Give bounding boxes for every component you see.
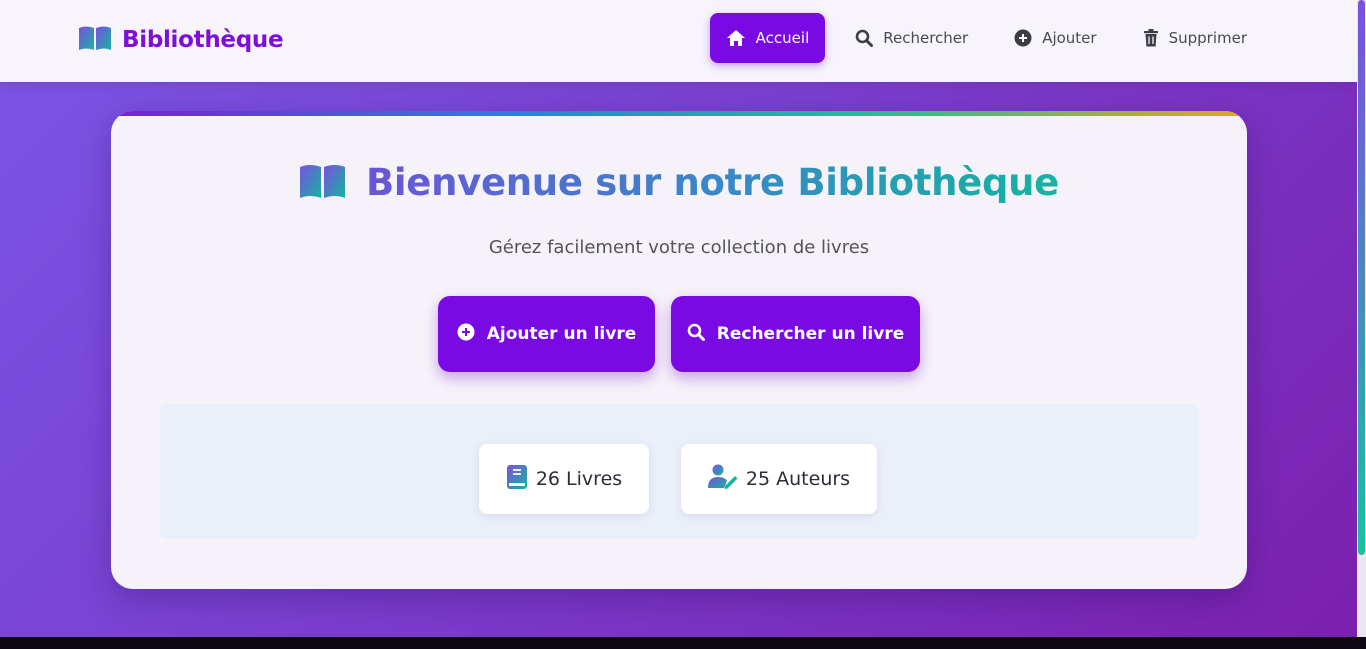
add-book-label: Ajouter un livre: [486, 324, 637, 344]
trash-icon: [1143, 29, 1159, 47]
books-stat: 26 Livres: [479, 444, 649, 514]
nav-item-label: Ajouter: [1042, 29, 1097, 47]
welcome-card: Bienvenue sur notre Bibliothèque Gérez f…: [111, 111, 1247, 589]
nav-menu: Accueil Rechercher Ajouter Supprimer: [709, 13, 1263, 63]
nav-item-supprimer[interactable]: Supprimer: [1127, 13, 1263, 63]
search-book-button[interactable]: Rechercher un livre: [671, 296, 920, 372]
brand-name: Bibliothèque: [122, 27, 284, 53]
search-book-label: Rechercher un livre: [716, 324, 905, 344]
card-accent-bar: [111, 111, 1247, 116]
plus-circle-icon: [1014, 29, 1032, 47]
nav-item-accueil[interactable]: Accueil: [709, 13, 826, 63]
add-book-button[interactable]: Ajouter un livre: [438, 296, 655, 372]
open-book-icon: [299, 163, 346, 203]
book-icon: [506, 464, 528, 495]
hero-heading: Bienvenue sur notre Bibliothèque: [111, 161, 1247, 204]
open-book-icon: [78, 25, 112, 55]
search-icon: [855, 29, 874, 47]
authors-stat: 25 Auteurs: [681, 444, 877, 514]
nav-item-ajouter[interactable]: Ajouter: [998, 13, 1112, 63]
nav-item-label: Rechercher: [883, 29, 969, 47]
scrollbar[interactable]: [1357, 0, 1366, 637]
page-title: Bienvenue sur notre Bibliothèque: [366, 161, 1059, 204]
page-subtitle: Gérez facilement votre collection de liv…: [488, 237, 870, 258]
nav-item-rechercher[interactable]: Rechercher: [839, 13, 984, 63]
home-icon: [726, 29, 746, 47]
nav-item-label: Supprimer: [1168, 29, 1247, 47]
authors-count: 25 Auteurs: [745, 468, 851, 490]
stats-panel: 26 Livres 25 Auteurs: [160, 404, 1198, 539]
action-buttons: Ajouter un livre Rechercher un livre: [438, 296, 920, 372]
plus-circle-icon: [457, 323, 475, 346]
books-count: 26 Livres: [535, 468, 623, 490]
bottom-edge: [0, 637, 1366, 649]
scrollbar-thumb[interactable]: [1358, 0, 1365, 555]
user-pen-icon: [707, 464, 738, 495]
search-icon: [687, 323, 705, 346]
navbar: Bibliothèque Accueil Rechercher Ajouter …: [0, 0, 1357, 82]
brand-logo[interactable]: Bibliothèque: [78, 24, 284, 56]
nav-item-label: Accueil: [755, 29, 810, 47]
